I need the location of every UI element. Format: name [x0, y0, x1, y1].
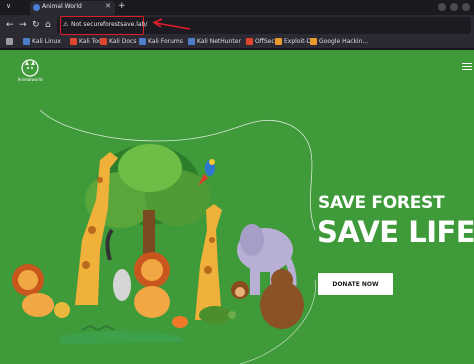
bookmark-label: Kali Linux	[32, 38, 61, 45]
tab-title: Animal World	[42, 3, 82, 10]
bookmark-kali-docs[interactable]: Kali Docs	[100, 38, 136, 45]
show-all-bookmarks-icon[interactable]	[6, 38, 13, 45]
animalworld-logo[interactable]: Animalworld	[17, 57, 43, 83]
logo-caption: Animalworld	[18, 77, 43, 82]
menu-hamburger-icon[interactable]	[462, 63, 472, 72]
bookmark-kali-nethunter[interactable]: Kali NetHunter	[188, 38, 241, 45]
kali-tools-icon	[70, 38, 77, 45]
bookmark-offsec[interactable]: OffSec	[246, 38, 275, 45]
bookmark-label: Kali NetHunter	[197, 38, 241, 45]
security-status[interactable]: Not secure	[71, 21, 103, 28]
animals-illustration	[12, 144, 304, 344]
donate-now-button[interactable]: DONATE NOW	[318, 273, 393, 295]
bookmark-kali-forums[interactable]: Kali Forums	[139, 38, 183, 45]
url-text[interactable]: forestsave.lab/	[103, 21, 147, 28]
warning-triangle-icon[interactable]: ⚠	[63, 21, 68, 28]
kali-forums-icon	[139, 38, 146, 45]
navigation-toolbar: ← → ↻ ⌂ ⚠ Not secure forestsave.lab/	[0, 15, 474, 36]
back-arrow-icon[interactable]: ←	[6, 20, 14, 30]
close-window-icon[interactable]	[462, 3, 470, 11]
bookmark-google-hacking[interactable]: Google Hackin...	[310, 38, 368, 45]
hero-headline-small: SAVE FOREST	[318, 193, 445, 213]
bookmark-label: Kali Forums	[148, 38, 183, 45]
annotation-arrow-icon	[152, 18, 191, 30]
offsec-icon	[246, 38, 253, 45]
kali-linux-icon	[23, 38, 30, 45]
bookmark-label: OffSec	[255, 38, 275, 45]
tab-close-icon[interactable]: ✕	[105, 2, 111, 10]
new-tab-button[interactable]: +	[118, 1, 126, 11]
tab-bar: ∨ Animal World ✕ +	[0, 0, 474, 15]
bookmark-label: Google Hackin...	[319, 38, 369, 45]
kali-docs-icon	[100, 38, 107, 45]
forward-arrow-icon[interactable]: →	[19, 20, 27, 30]
tab-animal-world[interactable]: Animal World ✕	[30, 1, 115, 15]
maximize-window-icon[interactable]	[450, 3, 458, 11]
tab-favicon-icon	[33, 4, 40, 11]
google-hacking-icon	[310, 38, 317, 45]
bookmark-kali-linux[interactable]: Kali Linux	[23, 38, 61, 45]
minimize-window-icon[interactable]	[438, 3, 446, 11]
bookmarks-toolbar: Kali Linux Kali Tools Kali Docs Kali For…	[0, 36, 474, 49]
home-icon[interactable]: ⌂	[45, 20, 51, 30]
bookmark-label: Kali Docs	[109, 38, 137, 45]
hero-headline-large: SAVE LIFE	[317, 215, 474, 249]
kali-nethunter-icon	[188, 38, 195, 45]
exploit-db-icon	[275, 38, 282, 45]
tab-list-chevron-icon[interactable]: ∨	[6, 2, 11, 10]
reload-icon[interactable]: ↻	[32, 20, 40, 30]
